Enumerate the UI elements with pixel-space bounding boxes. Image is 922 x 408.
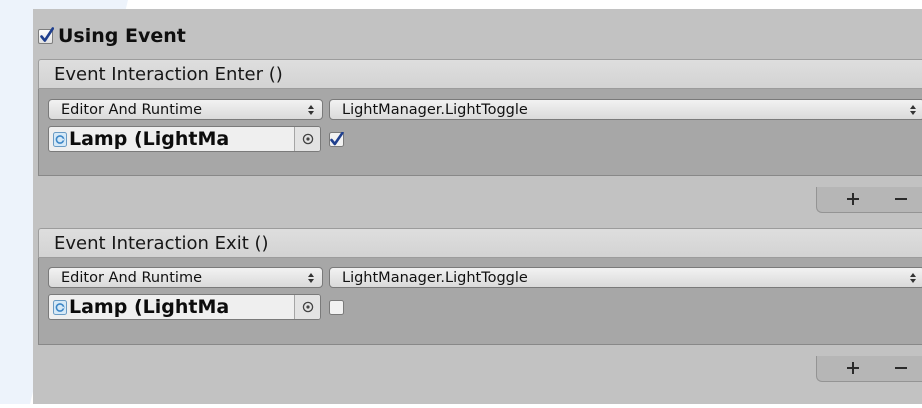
function-label: LightManager.LightToggle (342, 269, 528, 286)
event-enter-footer (816, 187, 922, 213)
add-listener-button[interactable] (842, 189, 864, 209)
target-object-label: Lamp (LightMa (69, 128, 230, 150)
plus-icon (847, 362, 859, 374)
dropdown-arrows-icon (910, 105, 916, 115)
event-exit-listener: Editor And Runtime LightManager.LightTog… (38, 258, 922, 345)
event-exit-header: Event Interaction Exit () (38, 228, 922, 258)
object-picker-icon (302, 301, 313, 313)
runtime-mode-label: Editor And Runtime (61, 101, 203, 118)
event-enter-listener: Editor And Runtime LightManager.LightTog… (38, 89, 922, 176)
bool-argument-checkbox[interactable] (329, 132, 344, 147)
target-object-field[interactable]: Lamp (LightMa (48, 294, 321, 320)
function-dropdown[interactable]: LightManager.LightToggle (329, 267, 922, 288)
dropdown-arrows-icon (910, 273, 916, 283)
inspector-panel: Using Event Event Interaction Enter () E… (33, 9, 922, 404)
bool-argument-checkbox[interactable] (329, 300, 344, 315)
checkmark-icon (40, 26, 54, 42)
runtime-mode-dropdown[interactable]: Editor And Runtime (48, 267, 323, 288)
target-object-field[interactable]: Lamp (LightMa (48, 126, 321, 152)
event-enter-header: Event Interaction Enter () (38, 59, 922, 89)
using-event-label: Using Event (58, 25, 186, 47)
minus-icon (895, 198, 907, 200)
dropdown-arrows-icon (308, 105, 314, 115)
event-enter-title: Event Interaction Enter () (54, 63, 283, 85)
target-object-label: Lamp (LightMa (69, 296, 230, 318)
remove-listener-button[interactable] (890, 358, 912, 378)
event-exit-footer (816, 356, 922, 382)
using-event-toggle[interactable]: Using Event (38, 25, 186, 47)
object-picker-button[interactable] (294, 127, 320, 151)
remove-listener-button[interactable] (890, 189, 912, 209)
object-picker-button[interactable] (294, 295, 320, 319)
function-label: LightManager.LightToggle (342, 101, 528, 118)
event-exit-title: Event Interaction Exit () (54, 232, 269, 254)
runtime-mode-label: Editor And Runtime (61, 269, 203, 286)
minus-icon (895, 367, 907, 369)
runtime-mode-dropdown[interactable]: Editor And Runtime (48, 99, 323, 120)
script-icon (53, 300, 67, 315)
object-picker-icon (302, 133, 313, 145)
add-listener-button[interactable] (842, 358, 864, 378)
plus-icon (847, 193, 859, 205)
using-event-checkbox[interactable] (38, 26, 54, 44)
script-icon (53, 132, 67, 147)
dropdown-arrows-icon (308, 273, 314, 283)
function-dropdown[interactable]: LightManager.LightToggle (329, 99, 922, 120)
